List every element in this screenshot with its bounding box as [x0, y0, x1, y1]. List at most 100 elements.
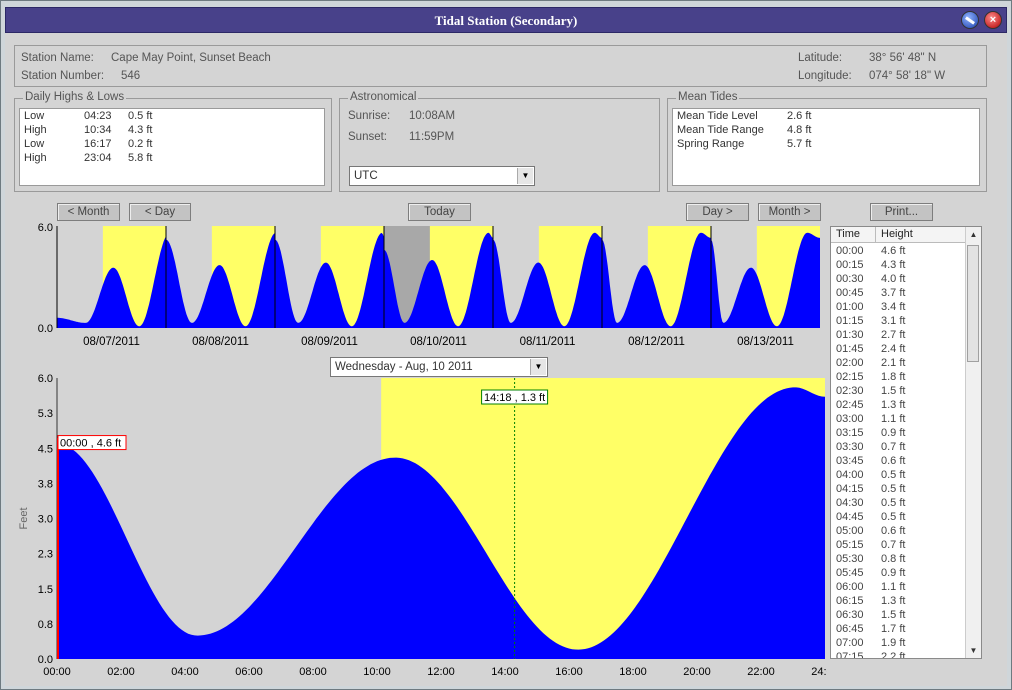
table-row[interactable]: 03:45 0.6 ft: [831, 455, 966, 469]
row-time: 01:00: [836, 301, 864, 313]
table-row[interactable]: 03:30 0.7 ft: [831, 441, 966, 455]
row-time: 03:15: [836, 427, 864, 439]
chevron-down-icon[interactable]: ▼: [517, 168, 533, 184]
row-time: 02:15: [836, 371, 864, 383]
daily-type: High: [24, 124, 47, 136]
table-row[interactable]: 04:30 0.5 ft: [831, 497, 966, 511]
row-height: 2.7 ft: [881, 329, 906, 341]
daily-time: 04:23: [84, 110, 112, 122]
row-time: 06:30: [836, 609, 864, 621]
mean-tides-list[interactable]: Mean Tide Level 2.6 ft Mean Tide Range 4.8 …: [672, 108, 980, 186]
table-row[interactable]: 06:15 1.3 ft: [831, 595, 966, 609]
row-height: 0.6 ft: [881, 525, 906, 537]
mean-value: 2.6 ft: [787, 110, 812, 122]
tide-height-table[interactable]: Time Height 00:00 4.6 ft 00:15 4.3 ft 00:30 4…: [830, 226, 982, 659]
row-time: 05:00: [836, 525, 864, 537]
table-row[interactable]: 05:15 0.7 ft: [831, 539, 966, 553]
row-height: 0.5 ft: [881, 483, 906, 495]
row-time: 05:45: [836, 567, 864, 579]
week-tide-chart[interactable]: 08/07/2011 08/08/2011 08/09/2011 08/10/2011…: [5, 219, 825, 354]
row-time: 04:15: [836, 483, 864, 495]
sunset-label: Sunset:: [348, 131, 387, 143]
table-row[interactable]: 00:45 3.7 ft: [831, 287, 966, 301]
client-area: Station Name: Cape May Point, Sunset Bea…: [5, 33, 1007, 686]
daily-group-title: Daily Highs & Lows: [23, 91, 127, 103]
x-tick-label: 24:00: [811, 666, 827, 678]
station-name-label: Station Name:: [21, 52, 94, 64]
table-row[interactable]: 06:30 1.5 ft: [831, 609, 966, 623]
table-row[interactable]: 04:45 0.5 ft: [831, 511, 966, 525]
timezone-select[interactable]: UTC ▼: [349, 166, 535, 186]
row-height: 0.6 ft: [881, 455, 906, 467]
table-row[interactable]: 03:00 1.1 ft: [831, 413, 966, 427]
table-row[interactable]: 05:45 0.9 ft: [831, 567, 966, 581]
table-row[interactable]: 06:00 1.1 ft: [831, 581, 966, 595]
table-row[interactable]: 00:00 4.6 ft: [831, 245, 966, 259]
mean-group-title: Mean Tides: [676, 91, 740, 103]
scroll-up-icon[interactable]: ▲: [966, 227, 981, 242]
table-row[interactable]: 05:30 0.8 ft: [831, 553, 966, 567]
table-row[interactable]: 01:45 2.4 ft: [831, 343, 966, 357]
astro-group-title: Astronomical: [348, 91, 419, 103]
table-row[interactable]: 04:15 0.5 ft: [831, 483, 966, 497]
x-tick-label: 00:00: [43, 666, 71, 678]
table-row[interactable]: 02:30 1.5 ft: [831, 385, 966, 399]
row-time: 05:15: [836, 539, 864, 551]
minimize-icon[interactable]: [961, 11, 979, 29]
week-ymin-label: 0.0: [38, 323, 53, 335]
table-row[interactable]: 05:00 0.6 ft: [831, 525, 966, 539]
sunset-value: 11:59PM: [409, 131, 455, 143]
window-title: Tidal Station (Secondary): [434, 13, 578, 28]
x-tick-label: 06:00: [235, 666, 263, 678]
daily-height: 0.2 ft: [128, 138, 153, 150]
timezone-value: UTC: [354, 170, 378, 182]
col-header-height[interactable]: Height: [876, 227, 966, 243]
table-row[interactable]: 04:00 0.5 ft: [831, 469, 966, 483]
table-row[interactable]: 01:30 2.7 ft: [831, 329, 966, 343]
astronomical-group: Astronomical Sunrise: 10:08AM Sunset: 11…: [339, 91, 660, 192]
table-scrollbar[interactable]: ▲ ▼: [965, 227, 981, 658]
row-time: 01:45: [836, 343, 864, 355]
row-time: 04:45: [836, 511, 864, 523]
title-bar[interactable]: Tidal Station (Secondary) ×: [5, 7, 1007, 33]
table-row[interactable]: 00:30 4.0 ft: [831, 273, 966, 287]
day-tide-chart[interactable]: 14:18 , 1.3 ft 00:00 , 4.6 ft 0.0 0.8 1.5 2.3…: [5, 369, 827, 686]
daily-list[interactable]: Low 04:23 0.5 ft High 10:34 4.3 ft Low 16:17 0.2…: [19, 108, 325, 186]
row-time: 00:30: [836, 273, 864, 285]
row-height: 1.3 ft: [881, 399, 906, 411]
daily-height: 0.5 ft: [128, 110, 153, 122]
table-row[interactable]: 02:45 1.3 ft: [831, 399, 966, 413]
daily-time: 23:04: [84, 152, 112, 164]
row-time: 00:45: [836, 287, 864, 299]
close-icon[interactable]: ×: [984, 11, 1002, 29]
row-time: 06:15: [836, 595, 864, 607]
table-row[interactable]: 00:15 4.3 ft: [831, 259, 966, 273]
y-tick-label: 2.3: [38, 549, 53, 561]
row-height: 1.9 ft: [881, 637, 906, 649]
row-height: 1.1 ft: [881, 581, 906, 593]
print-button[interactable]: Print...: [870, 203, 933, 221]
row-time: 02:00: [836, 357, 864, 369]
scroll-thumb[interactable]: [967, 245, 979, 362]
row-height: 4.6 ft: [881, 245, 906, 257]
table-row[interactable]: 03:15 0.9 ft: [831, 427, 966, 441]
x-tick-label: 08:00: [299, 666, 327, 678]
y-tick-label: 4.5: [38, 443, 53, 455]
daily-height: 5.8 ft: [128, 152, 153, 164]
row-height: 0.7 ft: [881, 539, 906, 551]
table-row[interactable]: 02:00 2.1 ft: [831, 357, 966, 371]
table-row[interactable]: 07:00 1.9 ft: [831, 637, 966, 651]
y-tick-label: 0.8: [38, 619, 53, 631]
table-row[interactable]: 01:15 3.1 ft: [831, 315, 966, 329]
mean-label: Spring Range: [677, 138, 745, 150]
row-time: 01:15: [836, 315, 864, 327]
table-row[interactable]: 07:15 2.2 ft: [831, 651, 966, 658]
y-tick-label: 5.3: [38, 408, 53, 420]
col-header-time[interactable]: Time: [831, 227, 876, 243]
row-time: 05:30: [836, 553, 864, 565]
scroll-down-icon[interactable]: ▼: [966, 643, 981, 658]
table-row[interactable]: 02:15 1.8 ft: [831, 371, 966, 385]
table-row[interactable]: 06:45 1.7 ft: [831, 623, 966, 637]
longitude-value: 074° 58' 18" W: [869, 70, 946, 82]
table-row[interactable]: 01:00 3.4 ft: [831, 301, 966, 315]
